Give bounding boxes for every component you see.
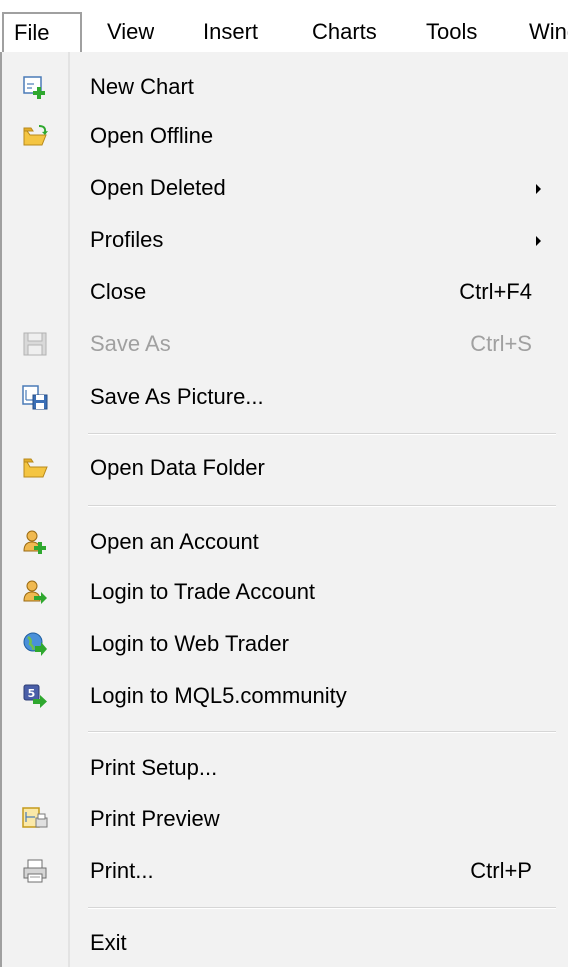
menu-item-save-as: Save As Ctrl+S [0,320,568,368]
menu-item-login-trade-account[interactable]: Login to Trade Account [0,568,568,616]
submenu-arrow-icon [536,236,541,246]
print-preview-label: Print Preview [90,806,220,831]
menu-tools[interactable]: Tools [426,12,477,48]
new-chart-label: New Chart [90,74,194,99]
menu-item-profiles[interactable]: Profiles [0,216,568,264]
menu-window[interactable]: Window [529,12,568,48]
new-chart-icon [23,76,45,99]
login-mql5-label: Login to MQL5.community [90,683,347,708]
menu-item-print[interactable]: Print... Ctrl+P [0,847,568,895]
menu-separator [88,907,556,909]
menu-item-new-chart[interactable]: New Chart [0,63,568,111]
menu-item-open-deleted[interactable]: Open Deleted [0,164,568,212]
globe-arrow-icon [23,632,47,656]
menu-separator [88,731,556,733]
user-add-icon [23,530,46,554]
login-web-label: Login to Web Trader [90,631,289,656]
menu-item-close[interactable]: Close Ctrl+F4 [0,268,568,316]
print-label: Print... [90,858,154,883]
open-folder-icon [23,125,48,146]
mql5-login-icon: 5 [23,684,47,708]
printer-icon [23,859,47,883]
save-as-label: Save As [90,331,171,356]
menu-item-login-mql5[interactable]: 5 Login to MQL5.community [0,672,568,720]
floppy-disk-icon [23,332,47,356]
svg-text:5: 5 [28,687,36,700]
open-data-folder-label: Open Data Folder [90,455,265,480]
menu-file[interactable]: File [2,12,82,52]
menu-item-open-data-folder[interactable]: Open Data Folder [0,444,568,492]
menu-separator [88,433,556,435]
login-trade-label: Login to Trade Account [90,579,316,604]
save-as-picture-label: Save As Picture... [90,384,264,409]
menu-item-exit[interactable]: Exit [0,919,568,967]
menu-view[interactable]: View [107,12,154,48]
menu-separator [88,505,556,507]
save-picture-icon [22,385,48,410]
folder-icon [23,458,48,478]
print-shortcut: Ctrl+P [470,858,532,883]
open-offline-label: Open Offline [90,123,214,148]
submenu-arrow-icon [536,184,541,194]
print-preview-icon [22,807,48,828]
menu-item-open-account[interactable]: Open an Account [0,518,568,566]
close-label: Close [90,279,147,304]
open-deleted-label: Open Deleted [90,175,226,200]
print-setup-label: Print Setup... [90,755,218,780]
open-account-label: Open an Account [90,529,259,554]
menu-item-print-setup[interactable]: Print Setup... [0,744,568,792]
profiles-label: Profiles [90,227,164,252]
user-login-icon [23,580,47,604]
menu-charts[interactable]: Charts [312,12,377,48]
menu-item-open-offline[interactable]: Open Offline [0,112,568,160]
menu-insert[interactable]: Insert [203,12,258,48]
exit-label: Exit [90,930,127,955]
save-as-shortcut: Ctrl+S [470,331,532,356]
close-shortcut: Ctrl+F4 [459,279,532,304]
menu-item-save-as-picture[interactable]: Save As Picture... [0,373,568,421]
menu-item-login-web-trader[interactable]: Login to Web Trader [0,620,568,668]
menu-item-print-preview[interactable]: Print Preview [0,795,568,843]
